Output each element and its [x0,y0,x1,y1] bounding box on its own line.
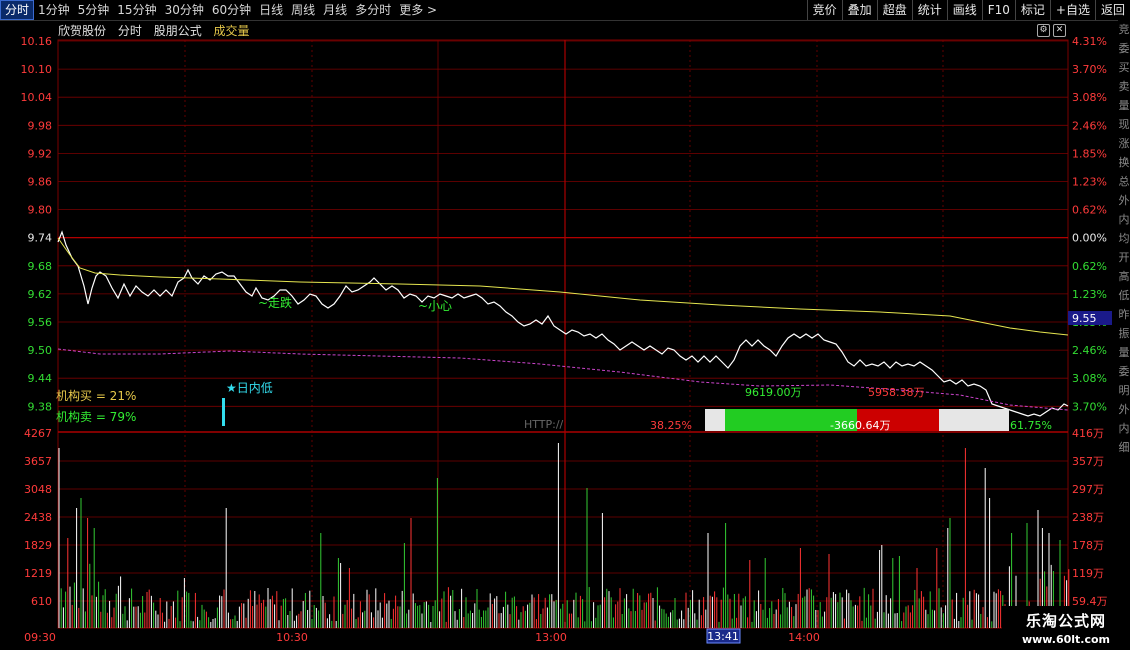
intraday-low-marker [222,398,225,426]
price-label: 9.98 [28,119,53,132]
flow-bar-right-cap [939,409,1009,431]
volume-unit-label: 178万 [1072,539,1104,552]
price-label: 9.62 [28,288,53,301]
percent-label: 1.85% [1072,147,1107,160]
flow-center-value: -3660.64万 [830,419,890,432]
sidebar-char: 明 [1118,384,1130,397]
volume-unit-label: 357万 [1072,455,1104,468]
sidebar-char: 现 [1118,118,1130,131]
percent-label: 4.31% [1072,35,1107,48]
volume-label: 2438 [24,511,52,524]
time-label: 09:30 [24,631,56,644]
time-label: 14:00 [788,631,820,644]
percent-label: 0.62% [1072,204,1107,217]
percent-label: 1.23% [1072,288,1107,301]
price-label: 9.44 [28,372,53,385]
percent-label: 3.70% [1072,400,1107,413]
percent-label: 3.08% [1072,91,1107,104]
sidebar-char: 总 [1118,175,1130,188]
brand-name: 乐淘公式网 [1025,612,1106,630]
price-label: 9.92 [28,147,53,160]
volume-label: 1829 [24,539,52,552]
sidebar-char: 内 [1118,422,1130,435]
current-price: 9.55 [1072,312,1097,325]
flow-pct-left: 38.25% [650,419,692,432]
price-label: 9.86 [28,176,53,189]
institution-sell: 机构卖 = 79% [56,409,136,424]
cursor-time: 13:41 [707,630,739,643]
sidebar-char: 外 [1118,403,1130,416]
average-price-line [57,237,1069,336]
time-label: 13:00 [535,631,567,644]
sidebar-char: 细 [1118,441,1130,454]
sidebar-char: 竞 [1118,23,1130,36]
price-label: 9.74 [28,232,53,245]
annotation-fall: ~走跌 [258,295,292,310]
price-label: 10.04 [21,91,53,104]
flow-right-value: 5958.38万 [868,386,925,399]
institution-buy: 机构买 = 21% [56,388,136,403]
sidebar-char: 均 [1118,232,1130,245]
percent-label: 1.23% [1072,176,1107,189]
percent-label: 2.46% [1072,344,1107,357]
sidebar-char: 卖 [1118,80,1130,93]
sidebar-char: 买 [1118,61,1130,74]
sidebar-char: 涨 [1118,137,1130,150]
volume-label: 1219 [24,567,52,580]
price-label: 9.50 [28,344,53,357]
flow-left-value: 9619.00万 [745,386,802,399]
sidebar-char: 委 [1118,42,1130,55]
percent-label: 3.70% [1072,63,1107,76]
price-label: 10.16 [21,35,53,48]
percent-label: 2.46% [1072,119,1107,132]
volume-label: 3657 [24,455,52,468]
percent-label: 0.00% [1072,232,1107,245]
sidebar-char: 开 [1118,251,1130,264]
price-label: 10.10 [21,63,53,76]
price-label: 9.56 [28,316,53,329]
volume-unit-label: 238万 [1072,511,1104,524]
sidebar-char: 高 [1118,270,1130,283]
percent-label: 0.62% [1072,260,1107,273]
sidebar-char: 换 [1118,156,1130,169]
volume-unit-label: 297万 [1072,483,1104,496]
sidebar-char: 量 [1118,99,1130,112]
flow-pct-right: 61.75% [1010,419,1052,432]
sidebar-char: 外 [1118,194,1130,207]
price-label: 9.68 [28,260,53,273]
volume-unit-label: 416万 [1072,427,1104,440]
volume-unit-label: 119万 [1072,567,1104,580]
time-label: 10:30 [276,631,308,644]
http-watermark: HTTP:// [524,418,564,431]
price-label: 9.80 [28,204,53,217]
intraday-chart: 10.16 4.31% 10.10 3.70% 10.04 3.08% 9.98 2.46% 9… [21,35,1112,644]
ma-line [57,348,1069,411]
annotation-careful: ~小心 [418,299,452,313]
sidebar-char: 量 [1118,346,1130,359]
brand-url: www.60lt.com [1021,633,1111,646]
annotation-intraday-low: ★日内低 [226,381,273,395]
sidebar-char: 昨 [1118,308,1130,321]
volume-label: 3048 [24,483,52,496]
sidebar-char: 低 [1118,289,1130,302]
price-label: 9.38 [28,400,53,413]
quote-sidebar: 竞委买卖量现涨换总外内均开高低昨振量委明外内细 [1118,20,1130,600]
flow-bar-left-cap [705,409,725,431]
percent-label: 3.08% [1072,372,1107,385]
sidebar-char: 内 [1118,213,1130,226]
sidebar-char: 振 [1118,327,1130,340]
chart-frame [57,39,1069,629]
volume-label: 4267 [24,427,52,440]
sidebar-char: 委 [1118,365,1130,378]
brand-watermark: 乐淘公式网 www.60lt.com [1002,606,1130,650]
volume-label: 610 [31,595,52,608]
